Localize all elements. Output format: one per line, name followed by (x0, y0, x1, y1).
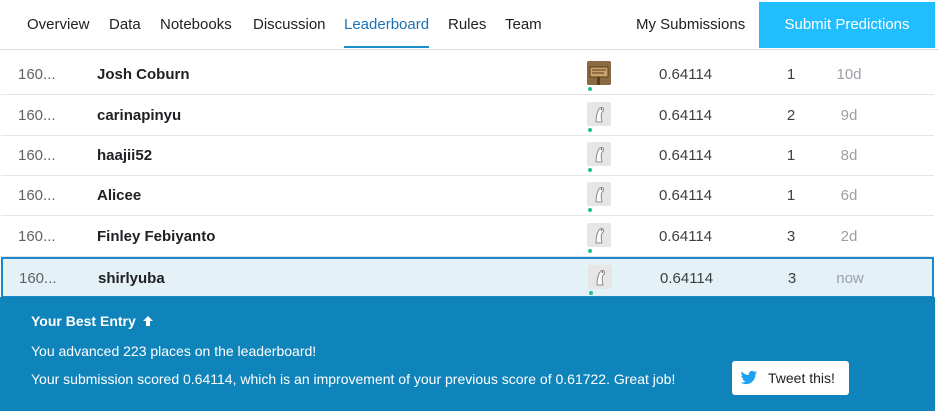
online-status-dot (588, 168, 592, 172)
tab-leaderboard[interactable]: Leaderboard (344, 0, 430, 50)
online-status-dot (588, 87, 592, 91)
default-duck-avatar-icon[interactable] (587, 142, 611, 166)
entries-cell: 3 (787, 270, 797, 287)
entries-cell: 2 (786, 107, 796, 124)
score-cell: 0.64114 (659, 187, 713, 204)
rank-cell: 160... (18, 147, 56, 164)
score-cell: 0.64114 (659, 147, 713, 164)
tab-rules[interactable]: Rules (448, 0, 486, 50)
entries-cell: 1 (786, 147, 796, 164)
tweet-this-label: Tweet this! (768, 370, 835, 386)
submit-predictions-button[interactable]: Submit Predictions (759, 2, 935, 48)
best-entry-title: Your Best Entry (31, 313, 154, 329)
online-status-dot (588, 249, 592, 253)
current-user-leaderboard-row: 160... shirlyuba 0.64114 3 now (1, 257, 934, 298)
online-status-dot (588, 208, 592, 212)
places-advanced-text: You advanced 223 places on the leaderboa… (31, 343, 317, 359)
rank-cell: 160... (18, 107, 56, 124)
tweet-this-button[interactable]: Tweet this! (732, 361, 849, 395)
tab-notebooks[interactable]: Notebooks (160, 0, 232, 50)
rank-cell: 160... (18, 66, 56, 83)
team-name-link[interactable]: shirlyuba (98, 259, 165, 299)
online-status-dot (589, 291, 593, 295)
tab-overview[interactable]: Overview (27, 0, 90, 50)
arrow-up-icon (142, 316, 153, 326)
team-name-link[interactable]: haajii52 (97, 136, 152, 176)
default-duck-avatar-icon[interactable] (587, 102, 611, 126)
entries-cell: 3 (786, 228, 796, 245)
last-submission-cell: 6d (840, 187, 858, 204)
score-cell: 0.64114 (659, 107, 713, 124)
team-name-link[interactable]: Alicee (97, 176, 141, 216)
score-cell: 0.64114 (659, 66, 713, 83)
tab-discussion[interactable]: Discussion (253, 0, 326, 50)
leaderboard-row: 160... Josh Coburn 0.64114 1 10d (1, 55, 934, 95)
rank-cell: 160... (18, 228, 56, 245)
last-submission-cell: 8d (840, 147, 858, 164)
rank-cell: 160... (18, 187, 56, 204)
wooden-sign-avatar-icon[interactable] (587, 61, 611, 85)
best-entry-title-text: Your Best Entry (31, 313, 136, 329)
score-cell: 0.64114 (660, 270, 714, 287)
team-name-link[interactable]: carinapinyu (97, 96, 181, 136)
entries-cell: 1 (786, 187, 796, 204)
team-name-link[interactable]: Finley Febiyanto (97, 217, 215, 257)
online-status-dot (588, 128, 592, 132)
last-submission-cell: 9d (840, 107, 858, 124)
best-entry-banner: Your Best Entry You advanced 223 places … (0, 297, 935, 411)
rank-cell: 160... (19, 270, 57, 287)
last-submission-cell: now (836, 270, 864, 287)
leaderboard-row: 160... Finley Febiyanto 0.64114 3 2d (1, 217, 934, 257)
my-submissions-link[interactable]: My Submissions (636, 0, 745, 50)
twitter-bird-icon (740, 370, 758, 385)
default-duck-avatar-icon[interactable] (588, 265, 612, 289)
leaderboard-row: 160... carinapinyu 0.64114 2 9d (1, 96, 934, 136)
leaderboard-row: 160... haajii52 0.64114 1 8d (1, 136, 934, 176)
team-name-link[interactable]: Josh Coburn (97, 55, 190, 95)
last-submission-cell: 2d (840, 228, 858, 245)
leaderboard-row: 160... Alicee 0.64114 1 6d (1, 176, 934, 216)
score-improvement-text: Your submission scored 0.64114, which is… (31, 371, 676, 387)
score-cell: 0.64114 (659, 228, 713, 245)
last-submission-cell: 10d (836, 66, 862, 83)
entries-cell: 1 (786, 66, 796, 83)
default-duck-avatar-icon[interactable] (587, 223, 611, 247)
tab-team[interactable]: Team (505, 0, 542, 50)
competition-nav: Overview Data Notebooks Discussion Leade… (0, 0, 939, 50)
default-duck-avatar-icon[interactable] (587, 182, 611, 206)
tab-data[interactable]: Data (109, 0, 141, 50)
